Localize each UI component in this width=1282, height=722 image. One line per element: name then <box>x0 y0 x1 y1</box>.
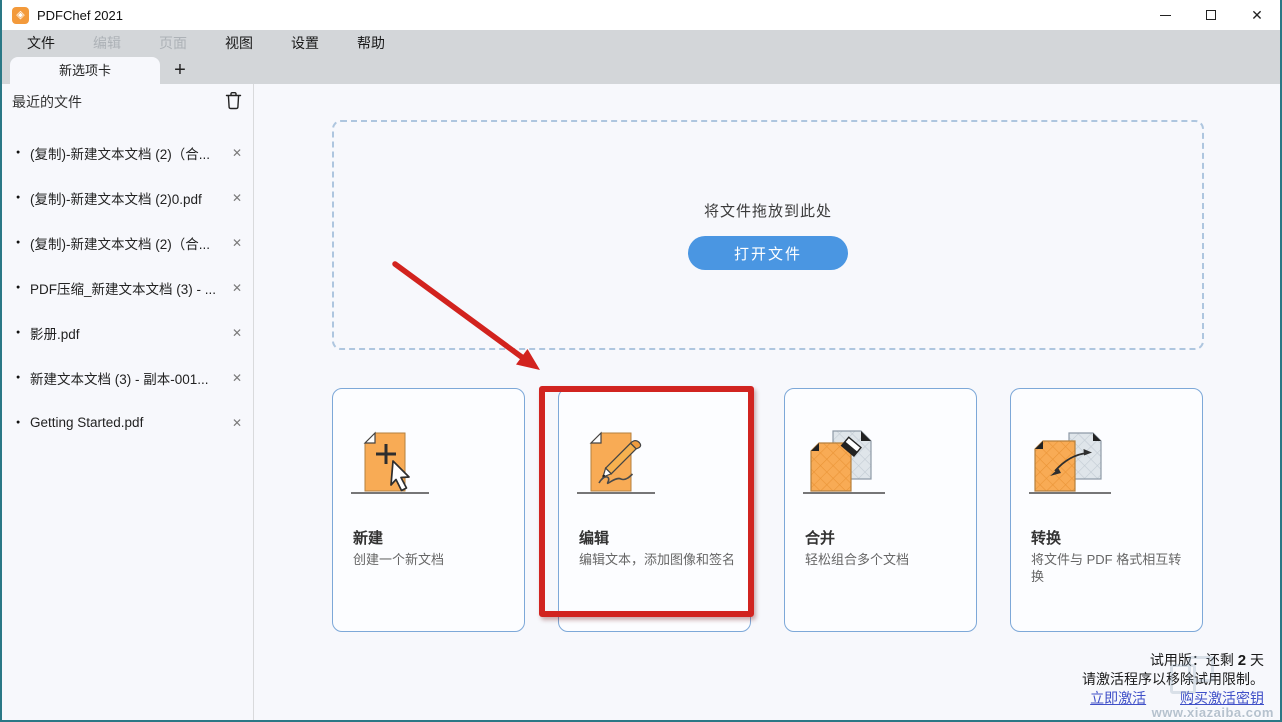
menu-file[interactable]: 文件 <box>24 30 58 57</box>
remove-file-icon[interactable]: ✕ <box>227 416 247 430</box>
card-subtitle: 轻松组合多个文档 <box>805 552 910 567</box>
bullet-icon: ● <box>16 284 21 291</box>
remove-file-icon[interactable]: ✕ <box>227 146 247 160</box>
list-item[interactable]: ● 影册.pdf ✕ <box>2 310 253 355</box>
list-item[interactable]: ● (复制)-新建文本文档 (2)0.pdf ✕ <box>2 175 253 220</box>
list-item[interactable]: ● PDF压缩_新建文本文档 (3) - ... ✕ <box>2 265 253 310</box>
buy-key-link[interactable]: 购买激活密钥 <box>1180 690 1264 706</box>
sidebar-header: 最近的文件 <box>2 84 253 118</box>
file-name[interactable]: (复制)-新建文本文档 (2)（合... <box>30 143 227 163</box>
file-name[interactable]: PDF压缩_新建文本文档 (3) - ... <box>30 278 227 298</box>
list-item[interactable]: ● (复制)-新建文本文档 (2)（合... ✕ <box>2 130 253 175</box>
trial-links-line: 立即激活 购买激活密钥 <box>1082 689 1264 708</box>
recent-file-list: ● (复制)-新建文本文档 (2)（合... ✕ ● (复制)-新建文本文档 (… <box>2 130 253 445</box>
list-item[interactable]: ● Getting Started.pdf ✕ <box>2 400 253 445</box>
window-controls: ✕ <box>1142 0 1280 30</box>
app-logo-icon: ◈ <box>12 6 29 24</box>
clear-recent-trash-icon[interactable] <box>225 91 243 111</box>
minimize-button[interactable] <box>1142 0 1188 30</box>
remove-file-icon[interactable]: ✕ <box>227 326 247 340</box>
trial-activate-line: 请激活程序以移除试用限制。 <box>1082 671 1264 687</box>
file-name[interactable]: (复制)-新建文本文档 (2)0.pdf <box>30 188 227 208</box>
close-icon: ✕ <box>1251 6 1263 23</box>
minimize-icon <box>1159 14 1171 16</box>
add-tab-button[interactable]: + <box>166 57 194 84</box>
remove-file-icon[interactable]: ✕ <box>227 371 247 385</box>
menu-settings[interactable]: 设置 <box>288 30 322 57</box>
trial-days-count: 2 <box>1237 652 1247 669</box>
menu-help[interactable]: 帮助 <box>354 30 388 57</box>
bullet-icon: ● <box>16 149 21 156</box>
recent-files-sidebar: 最近的文件 ● (复制)-新建文本文档 (2)（合... ✕ ● (复制)-新建… <box>2 84 254 720</box>
remove-file-icon[interactable]: ✕ <box>227 281 247 295</box>
card-convert-documents[interactable]: 转换 将文件与 PDF 格式相互转换 <box>1010 388 1203 632</box>
card-title: 合并 <box>805 530 836 547</box>
card-title: 编辑 <box>579 530 610 547</box>
file-name[interactable]: Getting Started.pdf <box>30 415 227 430</box>
list-item[interactable]: ● 新建文本文档 (3) - 副本-001... ✕ <box>2 355 253 400</box>
card-subtitle: 创建一个新文档 <box>353 552 445 567</box>
file-name[interactable]: 影册.pdf <box>30 323 227 343</box>
card-new-document[interactable]: 新建 创建一个新文档 <box>332 388 525 632</box>
maximize-button[interactable] <box>1188 0 1234 30</box>
convert-documents-icon <box>1021 427 1131 506</box>
card-title: 转换 <box>1031 530 1062 547</box>
card-merge-documents[interactable]: 合并 轻松组合多个文档 <box>784 388 977 632</box>
window-title: PDFChef 2021 <box>37 7 123 23</box>
title-bar: ◈ PDFChef 2021 ✕ <box>2 0 1280 30</box>
file-name[interactable]: (复制)-新建文本文档 (2)（合... <box>30 233 227 253</box>
list-item[interactable]: ● (复制)-新建文本文档 (2)（合... ✕ <box>2 220 253 265</box>
trial-notice: 试用版：还剩 2 天 请激活程序以移除试用限制。 立即激活 购买激活密钥 <box>1082 651 1264 708</box>
card-subtitle: 将文件与 PDF 格式相互转换 <box>1031 552 1182 584</box>
card-edit-document[interactable]: 编辑 编辑文本，添加图像和签名 <box>558 388 751 632</box>
file-name[interactable]: 新建文本文档 (3) - 副本-001... <box>30 368 227 388</box>
menu-edit: 编辑 <box>93 35 121 51</box>
bullet-icon: ● <box>16 329 21 336</box>
tab-new-tab[interactable]: 新选项卡 <box>10 57 160 84</box>
bullet-icon: ● <box>16 239 21 246</box>
trial-days-line: 试用版：还剩 2 天 <box>1149 652 1264 669</box>
action-cards-row: 新建 创建一个新文档 编辑 编辑文本，添加图像和签名 合并 轻松组合多个文档 转… <box>332 388 1203 632</box>
bullet-icon: ● <box>16 194 21 201</box>
new-document-icon <box>343 427 453 506</box>
open-file-button[interactable]: 打开文件 <box>688 236 848 270</box>
merge-documents-icon <box>795 427 905 506</box>
activate-now-link[interactable]: 立即激活 <box>1090 690 1146 706</box>
menu-tab-bar: 文件 编辑 页面 视图 设置 帮助 新选项卡 + <box>2 30 1280 84</box>
card-title: 新建 <box>353 530 384 547</box>
recent-files-title: 最近的文件 <box>12 94 82 110</box>
bullet-icon: ● <box>16 419 21 426</box>
edit-signature-icon <box>569 427 679 506</box>
menu-page: 页面 <box>159 35 187 51</box>
main-content: 将文件拖放到此处 打开文件 新建 创建一个新文档 编辑 编辑文本，添加图像和签名… <box>254 84 1280 720</box>
menu-bar: 文件 编辑 页面 视图 设置 帮助 <box>2 30 420 57</box>
file-drop-zone[interactable]: 将文件拖放到此处 打开文件 <box>332 120 1204 350</box>
remove-file-icon[interactable]: ✕ <box>227 236 247 250</box>
card-subtitle: 编辑文本，添加图像和签名 <box>579 552 736 567</box>
close-button[interactable]: ✕ <box>1234 0 1280 30</box>
menu-view[interactable]: 视图 <box>222 30 256 57</box>
app-window: ◈ PDFChef 2021 ✕ 文件 编辑 页面 视图 设置 帮助 新选项卡 … <box>0 0 1282 722</box>
drop-hint-text: 将文件拖放到此处 <box>703 203 832 220</box>
maximize-icon <box>1206 10 1216 20</box>
remove-file-icon[interactable]: ✕ <box>227 191 247 205</box>
bullet-icon: ● <box>16 374 21 381</box>
